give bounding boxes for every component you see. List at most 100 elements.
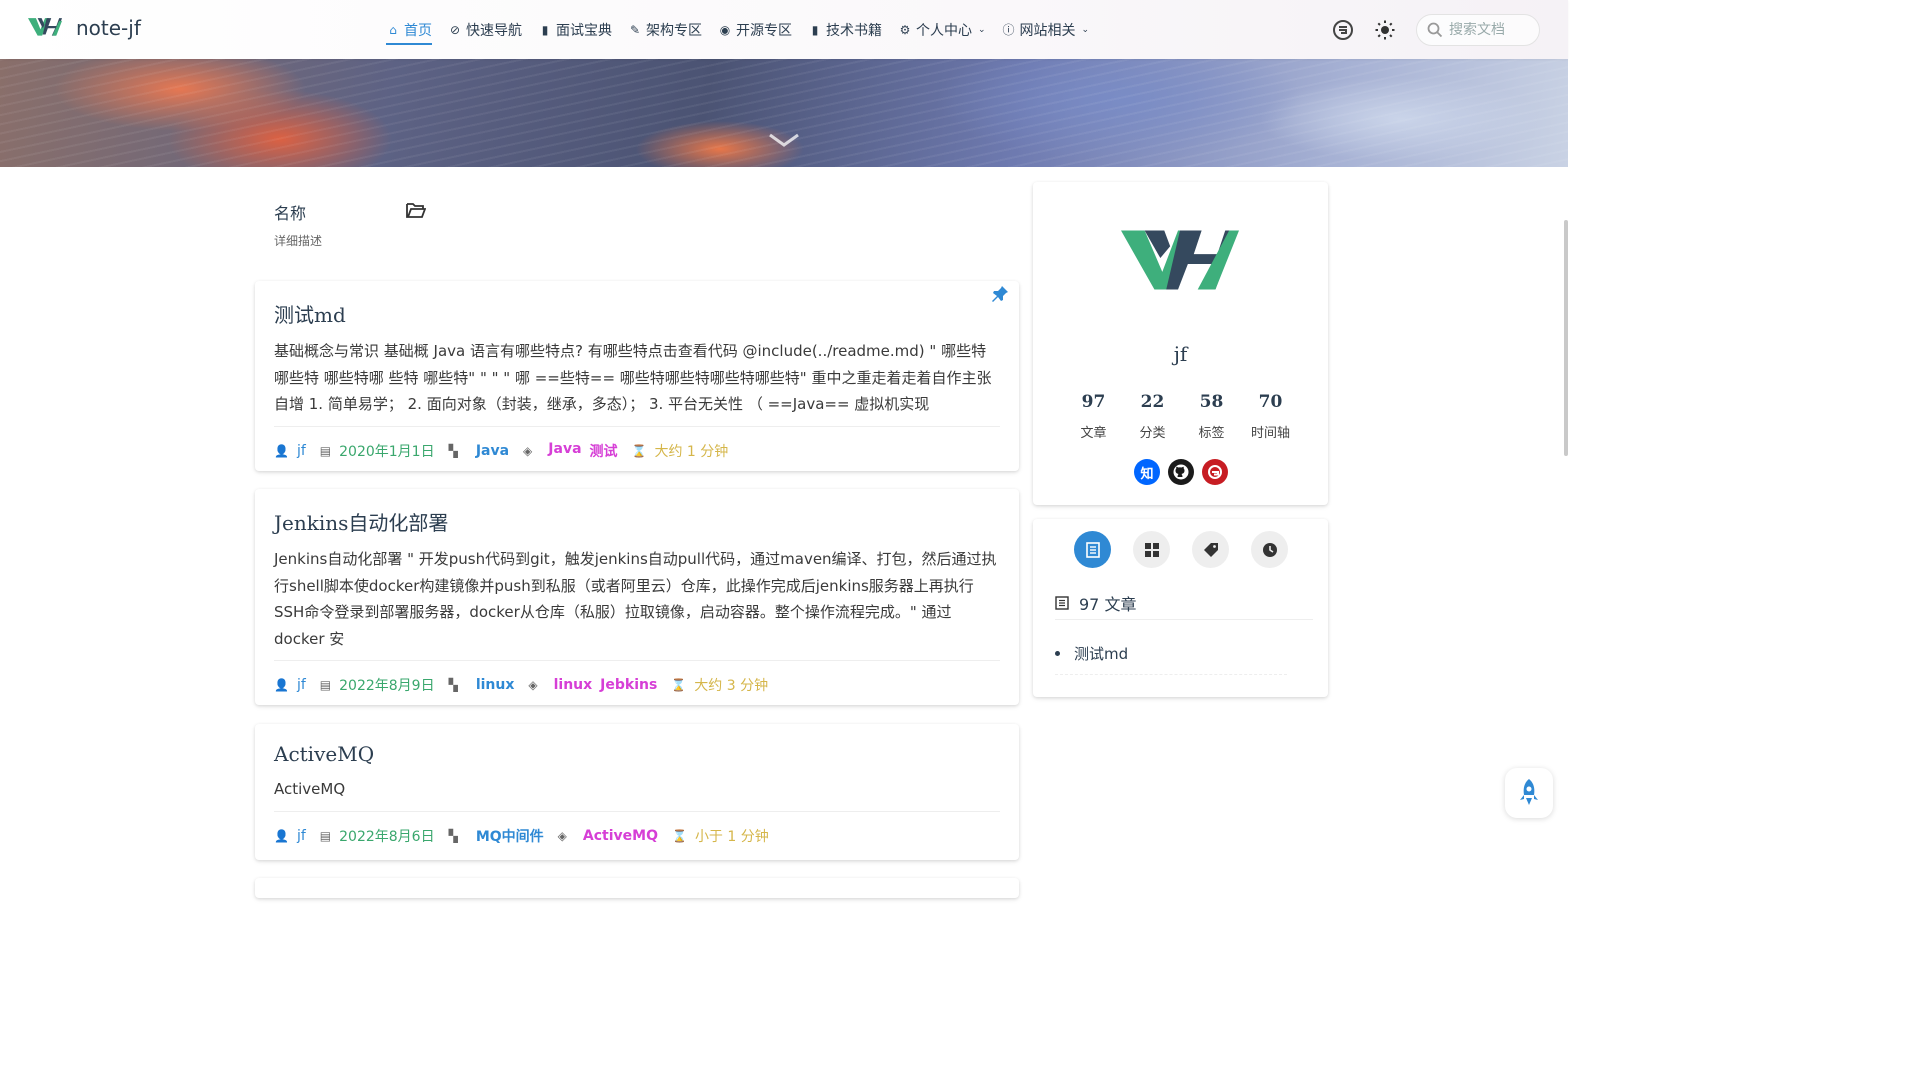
rocket-icon [1520, 779, 1538, 805]
post-tag[interactable]: 测试 [590, 441, 618, 461]
nav-item-home[interactable]: ⌂ 首页 [386, 0, 432, 59]
hourglass-icon: ⌛ [671, 678, 687, 692]
nav-label: 技术书籍 [826, 22, 882, 39]
category-icon: ▚ [448, 443, 458, 458]
github-icon[interactable] [1168, 459, 1194, 485]
post-date: 2022年8月6日 [339, 828, 435, 845]
nav-label: 快速导航 [466, 22, 522, 39]
sidebar-tabs-card: 97 文章 测试md [1033, 519, 1328, 697]
navbar: note-jf ⌂ 首页 ⊘ 快速导航 ▮ 面试宝典 ✎ 架构专区 ◉ 开源专区… [0, 0, 1568, 59]
profile-card: jf 97 文章 22 分类 58 标签 70 时间轴 知 [1033, 182, 1328, 505]
post-tags: linux Jebkins [554, 677, 658, 693]
social-links: 知 [1134, 459, 1228, 485]
nav-item-books[interactable]: ▮ 技术书籍 [808, 0, 882, 59]
user-icon: 👤 [274, 828, 289, 843]
nav-item-personal[interactable]: ⚙ 个人中心 ⌄ [898, 0, 986, 59]
calendar-icon: ▤ [319, 678, 332, 692]
post-category[interactable]: linux [476, 677, 515, 693]
post-title[interactable]: 测试md [274, 299, 1000, 328]
profile-name: jf [1173, 342, 1188, 366]
post-card[interactable]: ActiveMQ ActiveMQ 👤 jf ▤ 2022年8月6日 ▚ MQ中… [255, 724, 1019, 860]
stat-articles[interactable]: 97 文章 [1064, 392, 1123, 441]
stat-label: 分类 [1139, 426, 1166, 441]
post-date: 2020年1月1日 [339, 443, 435, 460]
chevron-down-icon: ⌄ [1081, 24, 1090, 35]
post-author[interactable]: jf [297, 828, 306, 844]
categories-tab-icon[interactable] [1133, 531, 1170, 568]
stat-value: 22 [1140, 392, 1165, 412]
post-author[interactable]: jf [297, 443, 306, 459]
bullet-icon [1055, 651, 1060, 656]
post-tags: ActiveMQ [583, 828, 658, 844]
nav-label: 面试宝典 [556, 22, 612, 39]
nav-label: 网站相关 [1019, 22, 1076, 39]
stat-timeline[interactable]: 70 时间轴 [1241, 392, 1300, 441]
user-icon: 👤 [274, 678, 289, 692]
post-category[interactable]: MQ中间件 [476, 826, 544, 846]
stat-value: 97 [1081, 392, 1106, 412]
post-author[interactable]: jf [297, 677, 306, 693]
theme-toggle-sun-icon[interactable] [1374, 19, 1396, 41]
search-input[interactable] [1449, 22, 1539, 38]
stat-tags[interactable]: 58 标签 [1182, 392, 1241, 441]
nav-item-open-source[interactable]: ◉ 开源专区 [718, 0, 792, 59]
profile-logo-icon [1121, 230, 1239, 290]
nav-item-quick-nav[interactable]: ⊘ 快速导航 [448, 0, 522, 59]
pin-icon [991, 285, 1009, 307]
post-meta: 👤 jf ▤ 2022年8月6日 ▚ MQ中间件 ◈ ActiveMQ ⌛ 小于… [274, 812, 1000, 860]
nav-item-site[interactable]: ⓘ 网站相关 ⌄ [1002, 0, 1090, 59]
post-excerpt: Jenkins自动化部署 " 开发push代码到git，触发jenkins自动p… [274, 546, 1000, 661]
post-tag[interactable]: Jebkins [600, 677, 657, 693]
chevron-down-icon: ⌄ [978, 24, 986, 35]
nav-label: 架构专区 [646, 22, 702, 39]
sidebar-tab-title: 97 文章 [1079, 595, 1137, 614]
timeline-tab-icon[interactable] [1251, 531, 1288, 568]
back-to-top-button[interactable] [1505, 768, 1553, 818]
stat-value: 70 [1258, 392, 1283, 412]
nav-item-architecture[interactable]: ✎ 架构专区 [628, 0, 702, 59]
list-item[interactable]: 测试md [1055, 643, 1287, 675]
post-card[interactable]: 测试md 基础概念与常识 基础概 Java 语言有哪些特点? 有哪些特点击查看代… [255, 281, 1019, 471]
post-read-time: 大约 3 分钟 [694, 678, 769, 694]
articles-tab-icon[interactable] [1074, 531, 1111, 568]
post-title[interactable]: ActiveMQ [274, 742, 1000, 766]
hero-banner [0, 59, 1568, 167]
nav-label: 开源专区 [736, 22, 792, 39]
post-tag[interactable]: ActiveMQ [583, 828, 658, 844]
gitee-link-icon[interactable] [1332, 19, 1354, 41]
post-card[interactable] [255, 878, 1019, 898]
hourglass-icon: ⌛ [671, 828, 687, 843]
page-scrollbar[interactable] [1564, 220, 1568, 456]
logo-icon [28, 18, 62, 36]
zhihu-icon[interactable]: 知 [1134, 459, 1160, 485]
post-card[interactable]: Jenkins自动化部署 Jenkins自动化部署 " 开发push代码到git… [255, 489, 1019, 705]
compass-icon: ⊘ [449, 22, 461, 37]
user-icon: 👤 [274, 443, 289, 458]
sidebar-article-list: 测试md [1055, 643, 1287, 675]
post-tag[interactable]: Java [548, 441, 581, 461]
nav-right [1332, 14, 1540, 46]
tag-icon: ◈ [557, 828, 567, 843]
book-icon: ▮ [541, 22, 549, 37]
nav-links: ⌂ 首页 ⊘ 快速导航 ▮ 面试宝典 ✎ 架构专区 ◉ 开源专区 ▮ 技术书籍 … [386, 0, 1089, 59]
post-date: 2022年8月9日 [339, 678, 435, 694]
calendar-icon: ▤ [319, 443, 332, 458]
user-gear-icon: ⚙ [899, 22, 911, 37]
info-icon: ⓘ [1002, 23, 1015, 37]
search-box[interactable] [1416, 14, 1540, 46]
stat-categories[interactable]: 22 分类 [1123, 392, 1182, 441]
article-list-icon [1055, 596, 1069, 610]
stat-label: 时间轴 [1250, 426, 1290, 441]
post-category[interactable]: Java [476, 443, 509, 459]
home-icon: ⌂ [389, 22, 397, 37]
post-title[interactable]: Jenkins自动化部署 [274, 507, 1000, 536]
scroll-down-icon[interactable] [768, 129, 800, 157]
post-tag[interactable]: linux [554, 677, 593, 693]
brand[interactable]: note-jf [28, 14, 141, 42]
tags-tab-icon[interactable] [1192, 531, 1229, 568]
category-icon: ▚ [448, 678, 458, 692]
stat-value: 58 [1199, 392, 1224, 412]
nav-item-interview[interactable]: ▮ 面试宝典 [538, 0, 612, 59]
tag-icon: ◈ [523, 443, 533, 458]
gitee-icon[interactable] [1202, 459, 1228, 485]
